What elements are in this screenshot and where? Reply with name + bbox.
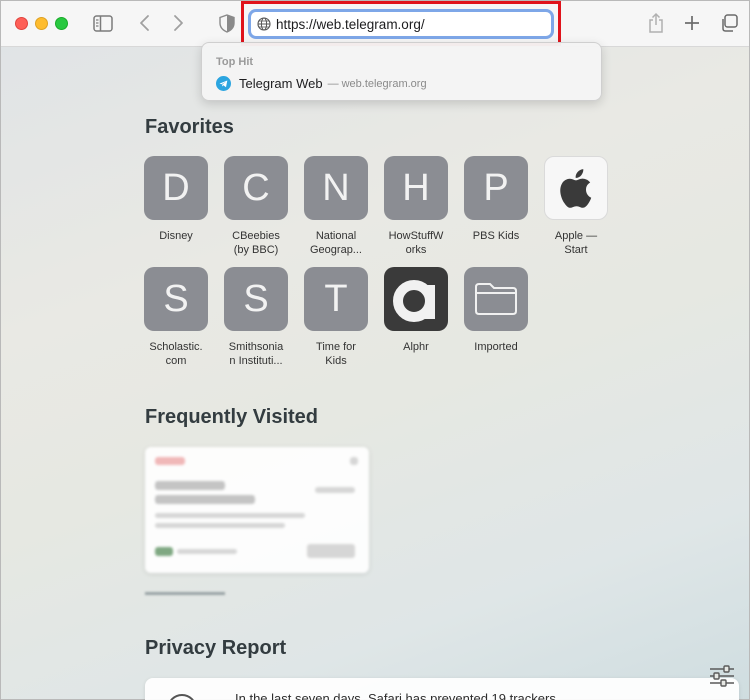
favorite-tile: D (144, 156, 208, 220)
favorite-label: PBS Kids (472, 230, 520, 242)
suggestion-telegram-web[interactable]: Telegram Web — web.telegram.org (216, 76, 427, 91)
top-hit-label: Top Hit (216, 56, 254, 68)
favorite-howstuffworks[interactable]: H HowStuffW orks (376, 156, 456, 257)
favorite-tile: P (464, 156, 528, 220)
customize-start-page-icon[interactable] (708, 664, 736, 690)
favorite-scholastic[interactable]: S Scholastic. com (136, 267, 216, 368)
suggestion-domain: web.telegram.org (341, 77, 427, 90)
favorites-heading: Favorites (145, 116, 234, 138)
favorite-label: Disney (159, 230, 193, 242)
minimize-window-button[interactable] (35, 17, 48, 30)
favorite-label: Scholastic. com (149, 341, 203, 367)
favorite-label: CBeebies (by BBC) (232, 230, 280, 256)
favorite-time-for-kids[interactable]: T Time for Kids (296, 267, 376, 368)
favorite-tile: N (304, 156, 368, 220)
suggestion-separator: — (327, 77, 339, 90)
favorite-label: Imported (474, 341, 518, 353)
privacy-report-heading: Privacy Report (145, 637, 287, 659)
apple-logo-icon (544, 156, 608, 220)
back-icon[interactable] (135, 13, 155, 33)
suggestion-name: Telegram Web (239, 76, 323, 91)
favorite-pbs-kids[interactable]: P PBS Kids (456, 156, 536, 243)
favorite-tile: C (224, 156, 288, 220)
address-bar-highlight (241, 1, 561, 46)
share-icon[interactable] (645, 11, 667, 35)
telegram-icon (216, 76, 231, 91)
favorite-disney[interactable]: D Disney (136, 156, 216, 243)
tab-overview-icon[interactable] (718, 12, 740, 34)
favorite-apple-start[interactable]: Apple — Start (536, 156, 616, 257)
favorite-imported-folder[interactable]: Imported (456, 267, 536, 354)
new-tab-icon[interactable] (681, 12, 703, 34)
favorite-cbeebies[interactable]: C CBeebies (by BBC) (216, 156, 296, 257)
favorite-tile: S (224, 267, 288, 331)
favorite-label: HowStuffW orks (388, 230, 444, 256)
favorite-tile: H (384, 156, 448, 220)
close-window-button[interactable] (15, 17, 28, 30)
favorite-smithsonian[interactable]: S Smithsonia n Instituti... (216, 267, 296, 368)
favorite-label: Apple — Start (554, 230, 598, 256)
alphr-logo-icon: a (384, 267, 448, 331)
forward-icon[interactable] (168, 13, 188, 33)
privacy-report-card[interactable]: In the last seven days, Safari has preve… (145, 678, 739, 700)
favorite-label: Time for Kids (316, 341, 356, 367)
privacy-shield-icon[interactable] (217, 13, 237, 33)
favorite-label: Smithsonia n Instituti... (228, 341, 284, 367)
favorite-label: Alphr (403, 341, 429, 353)
privacy-report-summary: In the last seven days, Safari has preve… (235, 691, 556, 700)
frequently-visited-caption: ▬▬▬▬▬▬▬▬ (145, 587, 225, 598)
favorite-national-geographic[interactable]: N National Geograp... (296, 156, 376, 257)
folder-icon (464, 267, 528, 331)
safari-window: Top Hit Telegram Web — web.telegram.org … (1, 1, 750, 700)
favorite-alphr[interactable]: a Alphr (376, 267, 456, 354)
favorite-tile: S (144, 267, 208, 331)
url-suggestions-dropdown: Top Hit Telegram Web — web.telegram.org (201, 42, 602, 101)
zoom-window-button[interactable] (55, 17, 68, 30)
favorite-label: National Geograp... (310, 230, 362, 256)
svg-text:a: a (388, 271, 410, 280)
favorite-tile: T (304, 267, 368, 331)
sidebar-icon[interactable] (92, 13, 114, 33)
privacy-shield-icon (167, 694, 197, 700)
frequently-visited-thumbnail[interactable] (145, 447, 369, 573)
frequently-visited-heading: Frequently Visited (145, 406, 319, 428)
